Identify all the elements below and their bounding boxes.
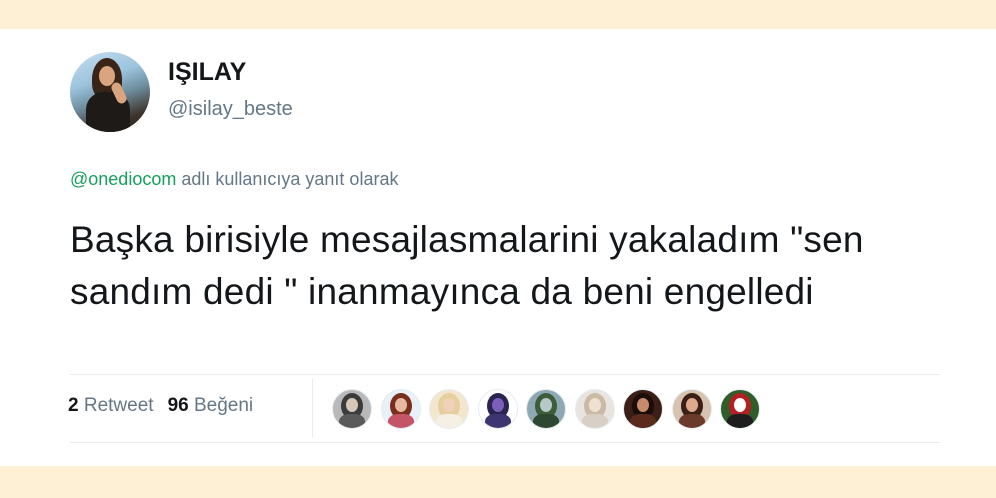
stats-divider bbox=[312, 378, 313, 438]
retweet-count: 2 bbox=[68, 395, 79, 416]
liker-avatar-7[interactable] bbox=[623, 389, 663, 429]
display-name[interactable]: IŞILAY bbox=[168, 58, 246, 87]
reply-mention-link[interactable]: @onediocom bbox=[70, 169, 176, 189]
liker-avatar-6[interactable] bbox=[574, 389, 615, 429]
liker-avatar-8[interactable] bbox=[671, 389, 712, 429]
liker-avatar-2[interactable] bbox=[380, 389, 421, 429]
tweet-text: Başka birisiyle mesajlasmalarini yakalad… bbox=[70, 219, 864, 312]
like-label: Beğeni bbox=[193, 395, 254, 416]
tweet-stats: 2 Retweet 96 Beğeni bbox=[68, 395, 253, 417]
tweet-card: IŞILAY @isilay_beste @onediocom adlı kul… bbox=[0, 29, 996, 466]
reply-context: @onediocom adlı kullanıcıya yanıt olarak bbox=[70, 169, 398, 190]
retweet-label: Retweet bbox=[83, 395, 154, 416]
divider bbox=[70, 374, 940, 375]
liker-avatar-4[interactable] bbox=[477, 389, 518, 429]
liker-avatar-1[interactable] bbox=[332, 389, 372, 429]
avatar[interactable] bbox=[70, 52, 150, 132]
reply-context-text: adlı kullanıcıya yanıt olarak bbox=[176, 169, 399, 189]
liker-avatar-9[interactable] bbox=[720, 389, 760, 429]
user-handle[interactable]: @isilay_beste bbox=[168, 98, 293, 121]
liker-avatar-5[interactable] bbox=[526, 389, 566, 429]
divider bbox=[70, 442, 940, 443]
like-count: 96 bbox=[167, 395, 189, 416]
retweet-stat[interactable]: 2 Retweet bbox=[68, 395, 154, 416]
like-stat[interactable]: 96 Beğeni bbox=[168, 395, 254, 416]
liker-avatar-3[interactable] bbox=[429, 389, 469, 429]
